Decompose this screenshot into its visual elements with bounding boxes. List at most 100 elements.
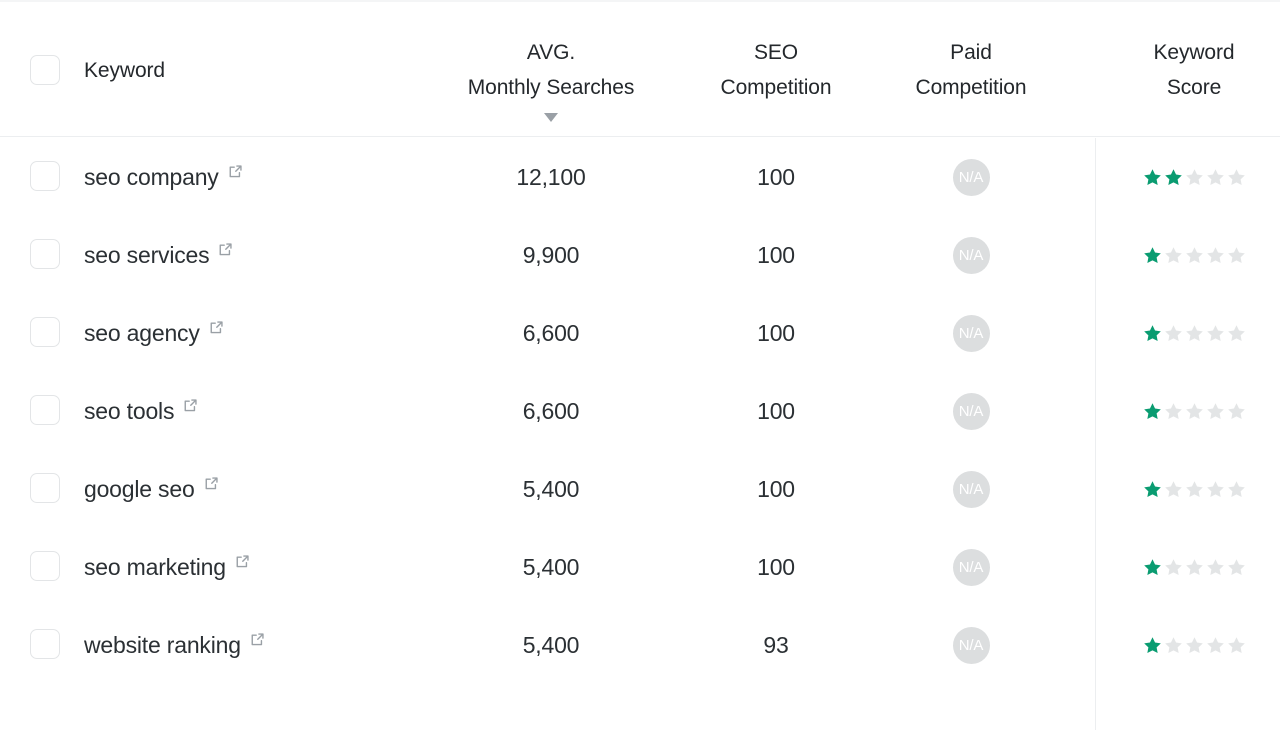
status-badge: N/A bbox=[952, 548, 990, 586]
avg-monthly-searches-cell: 5,400 bbox=[522, 553, 580, 580]
star-empty-icon bbox=[1226, 167, 1247, 188]
seo-competition-cell: 100 bbox=[757, 241, 795, 268]
checkbox-box bbox=[30, 551, 60, 581]
star-filled-icon bbox=[1163, 167, 1184, 188]
table-row[interactable]: seo company 12,100 100 N/A bbox=[0, 138, 1280, 216]
column-header-seo-line2: Competition bbox=[720, 76, 832, 99]
keyword-score-cell bbox=[1114, 606, 1274, 684]
column-header-seo-line1: SEO bbox=[753, 41, 799, 64]
row-select-checkbox[interactable] bbox=[30, 629, 60, 659]
status-badge: N/A bbox=[952, 158, 990, 196]
row-select-checkbox[interactable] bbox=[30, 551, 60, 581]
paid-competition-cell: N/A bbox=[871, 606, 1071, 684]
column-header-keyword-score[interactable]: Keyword Score bbox=[1114, 35, 1274, 105]
star-empty-icon bbox=[1205, 401, 1226, 422]
seo-competition-cell: 93 bbox=[763, 631, 789, 658]
table-row[interactable]: website ranking 5,400 93 N/A bbox=[0, 606, 1280, 684]
star-empty-icon bbox=[1205, 557, 1226, 578]
external-link-icon[interactable] bbox=[183, 398, 198, 413]
keyword-cell: seo company bbox=[84, 138, 243, 216]
star-empty-icon bbox=[1226, 323, 1247, 344]
avg-monthly-searches-cell: 12,100 bbox=[516, 163, 586, 190]
external-link-icon[interactable] bbox=[228, 164, 243, 179]
table-row[interactable]: seo agency 6,600 100 N/A bbox=[0, 294, 1280, 372]
seo-competition-cell: 100 bbox=[757, 319, 795, 346]
star-empty-icon bbox=[1205, 245, 1226, 266]
star-rating bbox=[1142, 167, 1247, 188]
keyword-label: seo services bbox=[84, 242, 210, 268]
status-badge: N/A bbox=[952, 392, 990, 430]
star-empty-icon bbox=[1163, 245, 1184, 266]
table-header-row: Keyword AVG. Monthly Searches SEO Compet… bbox=[0, 2, 1280, 137]
external-link-icon[interactable] bbox=[218, 242, 233, 257]
star-filled-icon bbox=[1142, 245, 1163, 266]
column-header-paid-line1: Paid bbox=[950, 41, 992, 64]
keyword-score-cell bbox=[1114, 138, 1274, 216]
external-link-icon[interactable] bbox=[204, 476, 219, 491]
row-select-checkbox[interactable] bbox=[30, 473, 60, 503]
avg-monthly-searches-cell: 6,600 bbox=[522, 397, 580, 424]
row-select-checkbox[interactable] bbox=[30, 395, 60, 425]
column-header-avg-monthly-searches[interactable]: AVG. Monthly Searches bbox=[421, 35, 681, 105]
paid-competition-cell: N/A bbox=[871, 528, 1071, 606]
checkbox-box bbox=[30, 629, 60, 659]
table-body: seo company 12,100 100 N/A seo services 9,900… bbox=[0, 138, 1280, 684]
star-empty-icon bbox=[1184, 401, 1205, 422]
paid-competition-cell: N/A bbox=[871, 450, 1071, 528]
star-empty-icon bbox=[1184, 557, 1205, 578]
star-empty-icon bbox=[1184, 167, 1205, 188]
table-row[interactable]: seo marketing 5,400 100 N/A bbox=[0, 528, 1280, 606]
seo-competition-cell: 100 bbox=[757, 163, 795, 190]
star-empty-icon bbox=[1163, 557, 1184, 578]
star-empty-icon bbox=[1184, 479, 1205, 500]
column-header-paid-line2: Competition bbox=[915, 76, 1027, 99]
checkbox-box bbox=[30, 239, 60, 269]
column-header-keyword[interactable]: Keyword bbox=[84, 53, 165, 88]
external-link-icon[interactable] bbox=[209, 320, 224, 335]
avg-monthly-searches-cell: 9,900 bbox=[522, 241, 580, 268]
star-empty-icon bbox=[1184, 323, 1205, 344]
row-select-checkbox[interactable] bbox=[30, 239, 60, 269]
checkbox-box bbox=[30, 395, 60, 425]
column-header-paid-competition[interactable]: Paid Competition bbox=[871, 35, 1071, 105]
row-select-checkbox[interactable] bbox=[30, 317, 60, 347]
seo-competition-cell: 100 bbox=[757, 475, 795, 502]
star-empty-icon bbox=[1226, 635, 1247, 656]
seo-competition-cell: 100 bbox=[757, 553, 795, 580]
star-empty-icon bbox=[1226, 245, 1247, 266]
avg-monthly-searches-cell: 6,600 bbox=[522, 319, 580, 346]
keyword-score-cell bbox=[1114, 216, 1274, 294]
external-link-icon[interactable] bbox=[235, 554, 250, 569]
star-filled-icon bbox=[1142, 557, 1163, 578]
keyword-cell: seo tools bbox=[84, 372, 198, 450]
external-link-icon[interactable] bbox=[250, 632, 265, 647]
keyword-label: website ranking bbox=[84, 632, 241, 658]
keyword-cell: google seo bbox=[84, 450, 219, 528]
star-filled-icon bbox=[1142, 167, 1163, 188]
keyword-results-table: Keyword AVG. Monthly Searches SEO Compet… bbox=[0, 0, 1280, 730]
chevron-down-icon[interactable] bbox=[544, 113, 558, 122]
star-empty-icon bbox=[1226, 401, 1247, 422]
status-badge: N/A bbox=[952, 626, 990, 664]
keyword-score-cell bbox=[1114, 372, 1274, 450]
checkbox-box bbox=[30, 161, 60, 191]
column-header-score-line2: Score bbox=[1166, 76, 1222, 99]
row-select-checkbox[interactable] bbox=[30, 161, 60, 191]
keyword-cell: website ranking bbox=[84, 606, 265, 684]
star-empty-icon bbox=[1205, 635, 1226, 656]
star-rating bbox=[1142, 401, 1247, 422]
keyword-label: seo agency bbox=[84, 320, 200, 346]
column-header-avg-line1: AVG. bbox=[526, 41, 576, 64]
star-empty-icon bbox=[1205, 323, 1226, 344]
star-empty-icon bbox=[1184, 245, 1205, 266]
keyword-cell: seo agency bbox=[84, 294, 224, 372]
keyword-cell: seo services bbox=[84, 216, 233, 294]
column-header-seo-competition[interactable]: SEO Competition bbox=[676, 35, 876, 105]
star-filled-icon bbox=[1142, 635, 1163, 656]
star-filled-icon bbox=[1142, 479, 1163, 500]
table-row[interactable]: seo tools 6,600 100 N/A bbox=[0, 372, 1280, 450]
select-all-checkbox[interactable] bbox=[30, 55, 60, 85]
table-row[interactable]: google seo 5,400 100 N/A bbox=[0, 450, 1280, 528]
keyword-score-cell bbox=[1114, 528, 1274, 606]
table-row[interactable]: seo services 9,900 100 N/A bbox=[0, 216, 1280, 294]
